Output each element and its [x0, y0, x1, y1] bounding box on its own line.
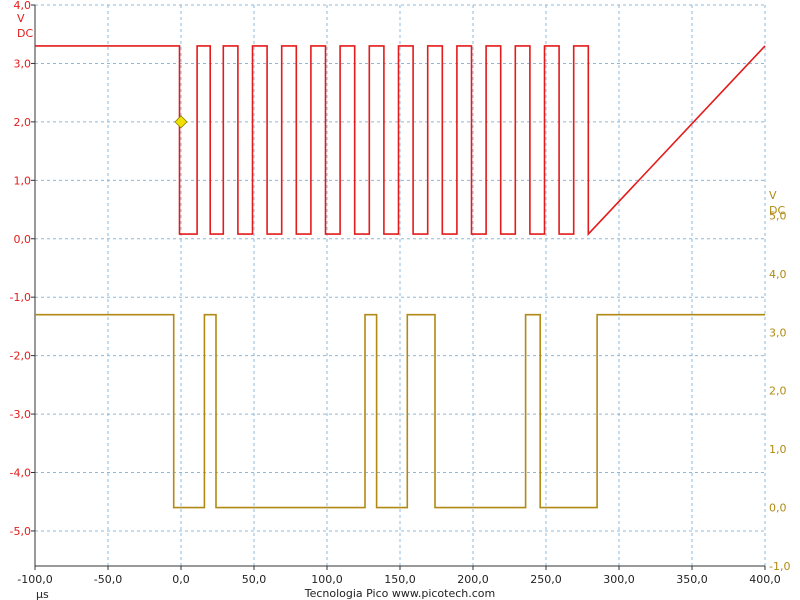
left-axis-tick-label: 3,0 [14, 57, 32, 70]
right-axis-unit: V [769, 189, 777, 202]
left-axis-tick-label: 4,0 [14, 0, 32, 12]
left-axis-tick-label: 0,0 [14, 233, 32, 246]
right-axis-tick-label: 4,0 [769, 268, 787, 281]
brand-footer: Tecnologia Pico www.picotech.com [304, 587, 496, 600]
x-axis-tick-label: 350,0 [676, 573, 708, 586]
left-axis-coupling: DC [17, 27, 33, 40]
x-axis-tick-label: 300,0 [603, 573, 635, 586]
oscilloscope-plot: 4,03,02,01,00,0-1,0-2,0-3,0-4,0-5,0 5,04… [0, 0, 800, 600]
x-axis-tick-label: -50,0 [94, 573, 122, 586]
x-axis-tick-label: 0,0 [172, 573, 190, 586]
right-axis-tick-label: 2,0 [769, 385, 787, 398]
x-axis-tick-label: 100,0 [311, 573, 343, 586]
left-axis-tick-label: -2,0 [10, 350, 31, 363]
left-axis-unit: V [17, 12, 25, 25]
right-axis-coupling: DC [769, 204, 785, 217]
left-axis-tick-label: -4,0 [10, 467, 31, 480]
left-axis-tick-label: 2,0 [14, 116, 32, 129]
x-axis-tick-label: 50,0 [242, 573, 267, 586]
right-axis-tick-label: 0,0 [769, 502, 787, 515]
left-axis-tick-label: 1,0 [14, 174, 32, 187]
left-axis-tick-label: -3,0 [10, 408, 31, 421]
x-axis-tick-label: 250,0 [530, 573, 562, 586]
x-axis-tick-label: 200,0 [457, 573, 489, 586]
x-axis-tick-label: 150,0 [384, 573, 416, 586]
left-axis-tick-label: -1,0 [10, 291, 31, 304]
right-axis-tick-label: -1,0 [769, 560, 790, 573]
x-axis-tick-label: -100,0 [17, 573, 52, 586]
left-axis-tick-label: -5,0 [10, 525, 31, 538]
right-axis-tick-label: 1,0 [769, 443, 787, 456]
x-axis-tick-label: 400,0 [749, 573, 781, 586]
right-axis-tick-label: 3,0 [769, 326, 787, 339]
x-axis-unit-label: µs [36, 588, 49, 600]
